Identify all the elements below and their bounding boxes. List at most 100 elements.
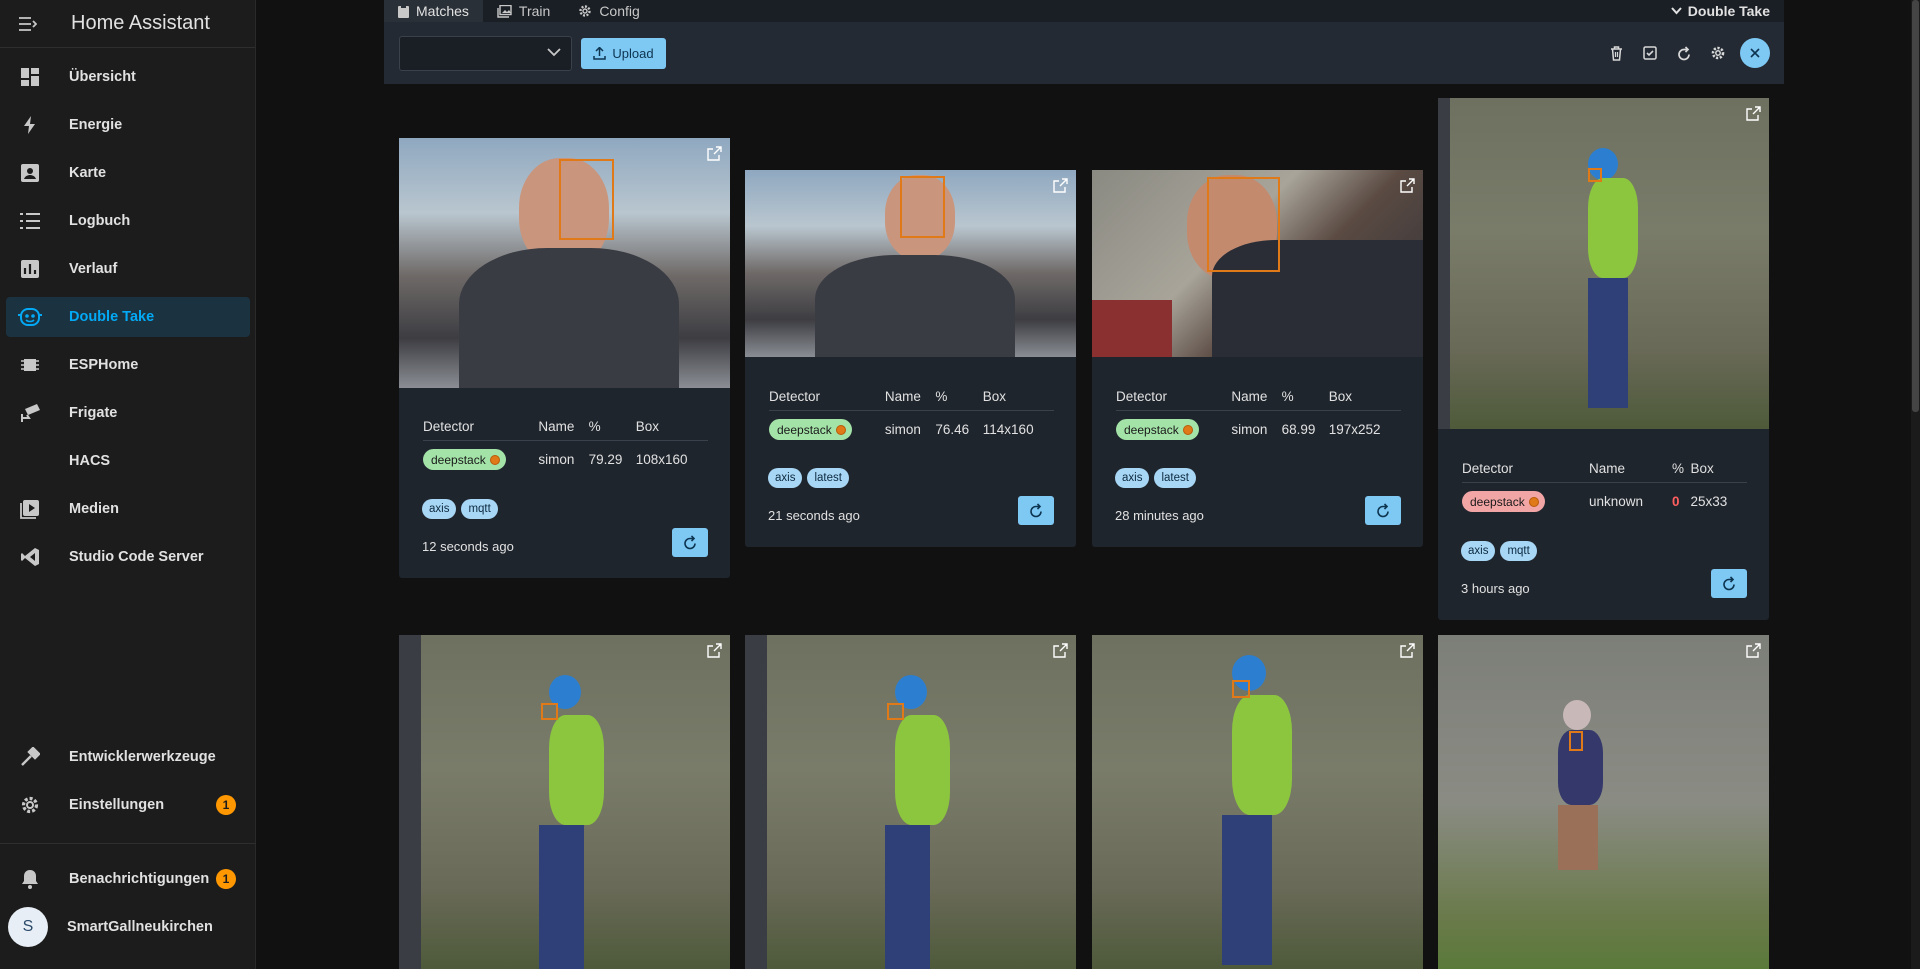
sidebar-item-frigate[interactable]: Frigate	[6, 393, 250, 433]
images-icon	[497, 4, 512, 18]
match-card[interactable]: Detector Name% Box deepstack simon 76.46 1…	[745, 170, 1076, 547]
sidebar-item-label: SmartGallneukirchen	[67, 919, 213, 935]
open-external-icon[interactable]	[1400, 643, 1415, 658]
sidebar-item-uebersicht[interactable]: Übersicht	[6, 57, 250, 97]
match-card[interactable]	[1092, 635, 1423, 969]
match-card[interactable]	[1438, 635, 1769, 969]
cog-icon	[579, 5, 592, 17]
status-dot-icon	[835, 424, 846, 435]
sidebar-item-logbuch[interactable]: Logbuch	[6, 201, 250, 241]
sidebar-item-label: ESPHome	[69, 357, 139, 373]
reprocess-button[interactable]	[1018, 496, 1054, 525]
scrollbar[interactable]	[1911, 0, 1920, 969]
face-box	[900, 176, 945, 238]
face-box	[1207, 177, 1280, 272]
open-external-icon[interactable]	[1400, 178, 1415, 193]
open-external-icon[interactable]	[707, 643, 722, 658]
match-image[interactable]	[399, 635, 730, 969]
sidebar-item-user[interactable]: S SmartGallneukirchen	[6, 907, 250, 947]
match-image[interactable]	[1092, 170, 1423, 357]
match-name: simon	[884, 422, 921, 437]
match-percent: 68.99	[1281, 422, 1316, 437]
match-card[interactable]: Detector Name% Box deepstack unknown 0 25x…	[1438, 98, 1769, 620]
sidebar-item-medien[interactable]: Medien	[6, 489, 250, 529]
tab-matches[interactable]: Matches	[384, 0, 483, 22]
camera-tag: axis	[1115, 468, 1150, 488]
sidebar-item-label: Energie	[69, 117, 123, 133]
chip-icon	[8, 355, 52, 375]
settings-button[interactable]	[1706, 38, 1730, 68]
open-external-icon[interactable]	[1053, 178, 1068, 193]
type-tag: mqtt	[461, 499, 498, 519]
tag-list: axis mqtt	[422, 499, 498, 519]
face-box	[1588, 168, 1602, 182]
match-image[interactable]	[1438, 98, 1769, 429]
select-all-button[interactable]	[1638, 38, 1662, 68]
tab-config[interactable]: Config	[564, 0, 653, 22]
sidebar-item-label: Einstellungen	[69, 797, 165, 813]
menu-toggle-button[interactable]	[0, 0, 56, 48]
match-image[interactable]	[399, 138, 730, 388]
tag-list: axis mqtt	[1461, 541, 1537, 561]
reprocess-button[interactable]	[1711, 569, 1747, 598]
match-image[interactable]	[1092, 635, 1423, 969]
chart-icon	[8, 259, 52, 279]
sidebar-item-label: Double Take	[69, 309, 155, 325]
sidebar-item-benachrichtigungen[interactable]: Benachrichtigungen 1	[6, 859, 250, 899]
upload-label: Upload	[612, 46, 654, 61]
notification-badge: 1	[216, 795, 236, 815]
sidebar-item-double-take[interactable]: Double Take	[6, 297, 250, 337]
sidebar-item-label: Frigate	[69, 405, 118, 421]
detector-chip: deepstack	[1462, 491, 1545, 512]
sidebar-divider	[0, 843, 256, 844]
tab-label: Matches	[416, 3, 469, 19]
sidebar-item-hacs[interactable]: HACS	[6, 441, 250, 481]
type-tag: latest	[807, 468, 849, 488]
addon-title[interactable]: Double Take	[1671, 0, 1770, 22]
match-card[interactable]	[399, 635, 730, 969]
match-image[interactable]	[745, 170, 1076, 357]
refresh-icon	[684, 535, 696, 550]
open-external-icon[interactable]	[707, 146, 722, 161]
type-tag: mqtt	[1500, 541, 1537, 561]
match-time: 28 minutes ago	[1115, 508, 1204, 523]
app-title: Home Assistant	[71, 12, 210, 34]
match-time: 3 hours ago	[1461, 581, 1530, 596]
open-external-icon[interactable]	[1053, 643, 1068, 658]
reprocess-button[interactable]	[672, 528, 708, 557]
sidebar-item-karte[interactable]: Karte	[6, 153, 250, 193]
match-name: unknown	[1589, 494, 1644, 509]
sidebar-item-studio-code-server[interactable]: Studio Code Server	[6, 537, 250, 577]
close-button[interactable]	[1740, 38, 1770, 68]
camera-select[interactable]	[399, 36, 572, 71]
scrollbar-thumb[interactable]	[1912, 0, 1919, 412]
vscode-icon	[8, 547, 52, 567]
open-external-icon[interactable]	[1746, 106, 1761, 121]
match-card[interactable]: Detector Name% Box deepstack simon 68.99 1…	[1092, 170, 1423, 547]
sidebar-item-energie[interactable]: Energie	[6, 105, 250, 145]
menu-icon	[19, 16, 37, 31]
sidebar-item-verlauf[interactable]: Verlauf	[6, 249, 250, 289]
detector-chip: deepstack	[1116, 419, 1199, 440]
results-table: Detector Name% Box deepstack simon 68.99 1…	[1116, 389, 1401, 440]
match-card[interactable]: Detector Name% Box deepstack simon 79.29 1…	[399, 138, 730, 578]
sidebar-item-label: Entwicklerwerkzeuge	[69, 749, 216, 765]
tab-label: Config	[599, 3, 640, 19]
refresh-button[interactable]	[1672, 38, 1696, 68]
match-image[interactable]	[1438, 635, 1769, 969]
reprocess-button[interactable]	[1365, 496, 1401, 525]
sidebar-item-esphome[interactable]: ESPHome	[6, 345, 250, 385]
tab-train[interactable]: Train	[483, 0, 564, 22]
face-box	[887, 703, 904, 720]
sidebar-item-label: Karte	[69, 165, 107, 181]
delete-button[interactable]	[1604, 38, 1628, 68]
sidebar-item-einstellungen[interactable]: Einstellungen 1	[6, 785, 250, 825]
face-box	[559, 159, 614, 240]
open-external-icon[interactable]	[1746, 643, 1761, 658]
refresh-icon	[1678, 45, 1690, 60]
sidebar-item-entwicklerwerkzeuge[interactable]: Entwicklerwerkzeuge	[6, 737, 250, 777]
upload-button[interactable]: Upload	[581, 38, 666, 69]
match-card[interactable]	[745, 635, 1076, 969]
match-image[interactable]	[745, 635, 1076, 969]
match-percent: 0	[1672, 494, 1680, 509]
